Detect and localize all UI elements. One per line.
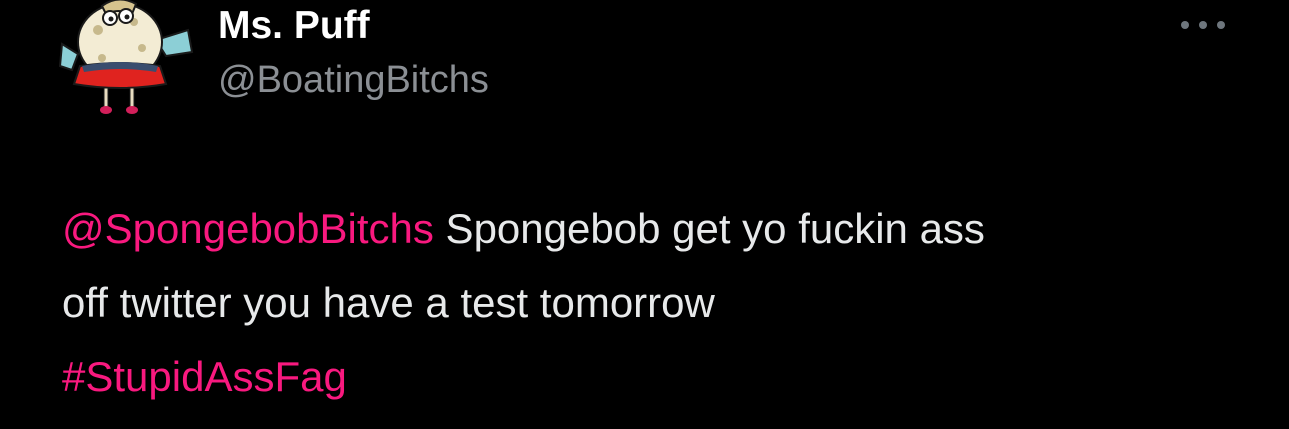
tweet-text-line1: Spongebob get yo fuckin ass xyxy=(433,205,985,252)
author-display-name[interactable]: Ms. Puff xyxy=(218,2,370,50)
tweet-line-3: #StupidAssFag xyxy=(62,340,1242,414)
mrs-puff-avatar[interactable] xyxy=(56,0,196,122)
tweet-text: @SpongebobBitchs Spongebob get yo fuckin… xyxy=(62,192,1242,414)
mention-link[interactable]: @SpongebobBitchs xyxy=(62,205,434,252)
more-horizontal-icon[interactable] xyxy=(1176,14,1230,36)
tweet-line-1: @SpongebobBitchs Spongebob get yo fuckin… xyxy=(62,192,1242,266)
tweet-card: Ms. Puff @BoatingBitchs @SpongebobBitchs… xyxy=(0,0,1289,429)
hashtag-link[interactable]: #StupidAssFag xyxy=(62,353,347,400)
tweet-text-line2: off twitter you have a test tomorrow xyxy=(62,279,715,326)
author-handle[interactable]: @BoatingBitchs xyxy=(218,56,489,104)
